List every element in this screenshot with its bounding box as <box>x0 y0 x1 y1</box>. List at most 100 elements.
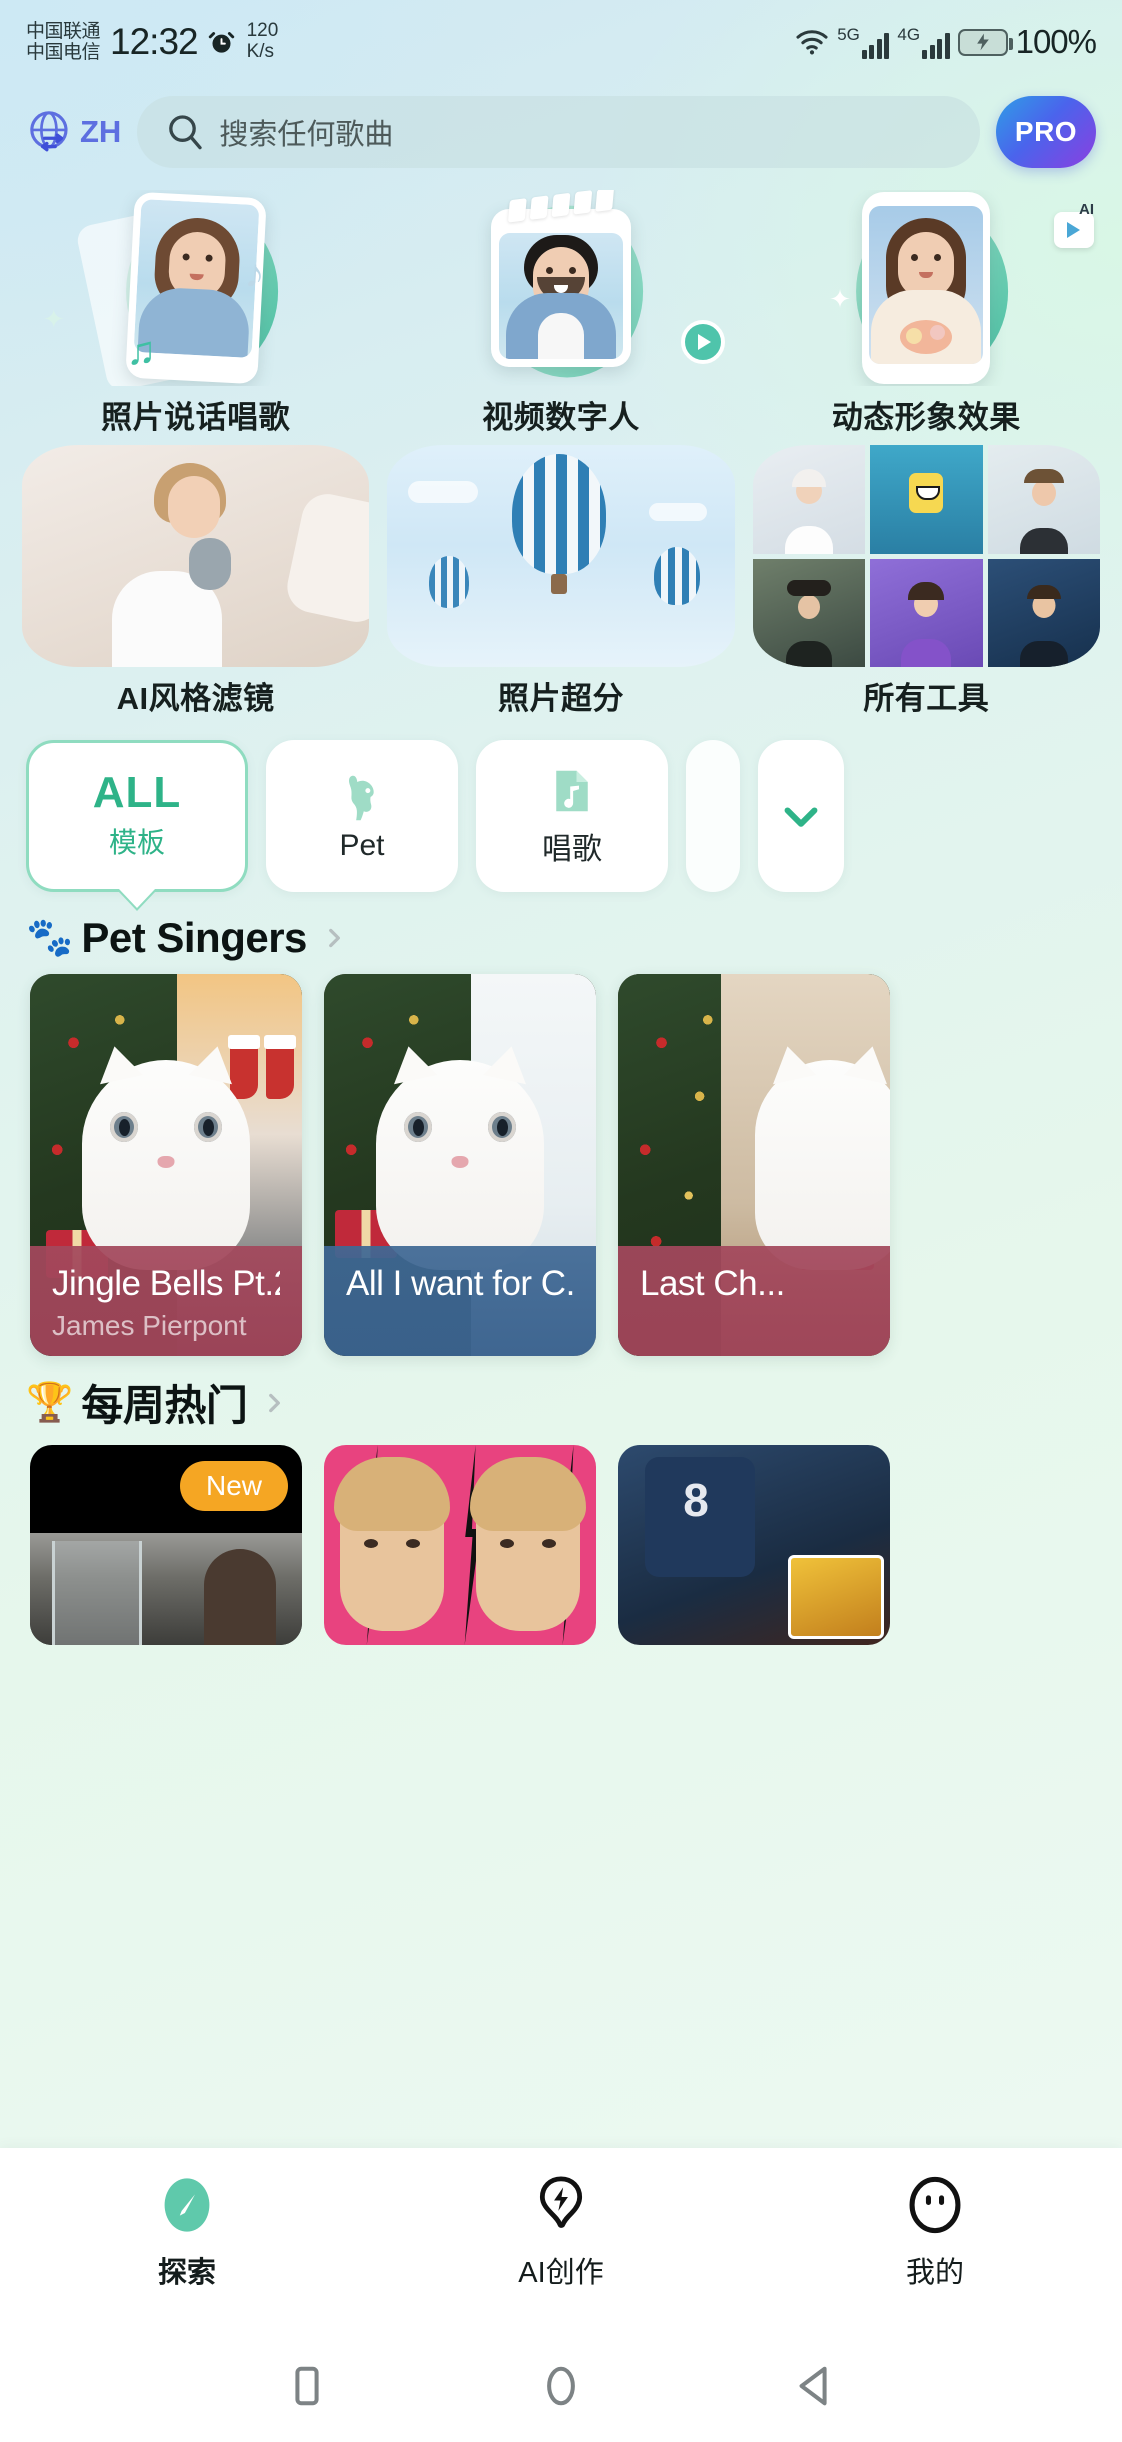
chip-all-subtitle: 模板 <box>108 827 165 858</box>
pet-singers-carousel[interactable]: Jingle Bells Pt.2 James Pierpont All I w… <box>0 974 1122 1356</box>
weekly-hot-carousel[interactable]: New 8 <box>0 1445 1122 1645</box>
chip-all-title: ALL <box>92 768 182 817</box>
trophy-icon: 🏆 <box>26 1381 74 1424</box>
chip-partial-next[interactable] <box>686 740 740 892</box>
clock-time: 12:32 <box>110 21 199 62</box>
feature-art-ai-portrait: AI ✦ <box>753 190 1100 386</box>
carrier-1: 中国联通 <box>26 20 101 42</box>
ai-video-badge-icon: AI <box>1053 201 1094 248</box>
cat-illustration <box>376 1041 544 1270</box>
feature-art-style-filter <box>22 445 370 667</box>
feature-grid: ♪ ♫ ✦ 照片说话唱歌 视频数字人 AI ✦ 动态形象效果 AI风格滤镜 照片… <box>0 180 1122 718</box>
tool-thumb <box>987 445 1100 554</box>
nav-item-mine[interactable]: 我的 <box>748 2173 1122 2291</box>
feature-row-1: ♪ ♫ ✦ 照片说话唱歌 视频数字人 AI ✦ 动态形象效果 <box>22 190 1100 437</box>
section-header-pet-singers[interactable]: 🐾 Pet Singers <box>0 898 1122 974</box>
back-triangle-icon[interactable] <box>792 2363 838 2409</box>
feature-art-photo-talk: ♪ ♫ ✦ <box>22 190 369 386</box>
language-switch-button[interactable]: ZH <box>26 107 121 157</box>
feature-label: 视频数字人 <box>482 400 640 435</box>
feature-label: 动态形象效果 <box>831 400 1021 435</box>
cat-illustration <box>755 1041 890 1270</box>
globe-translate-icon <box>30 111 68 152</box>
feature-ai-style-filter[interactable]: AI风格滤镜 <box>22 445 370 718</box>
chevron-right-icon <box>329 928 340 948</box>
battery-percent: 100% <box>1015 23 1097 60</box>
face-icon <box>909 2176 961 2234</box>
search-icon <box>169 115 202 150</box>
nav-label: AI创作 <box>518 2257 604 2289</box>
pet-song-card[interactable]: All I want for C... <box>324 974 596 1356</box>
home-circle-icon[interactable] <box>538 2363 584 2409</box>
song-artist: James Pierpont <box>52 1310 247 1341</box>
signal-bars-5g <box>861 33 890 59</box>
app-header: ZH 搜索任何歌曲 PRO <box>0 84 1122 180</box>
feature-label: 照片说话唱歌 <box>101 400 291 435</box>
play-button-icon <box>680 320 725 364</box>
sparkle-icon: ✦ <box>42 303 65 334</box>
category-chip-row: ALL 模板 Pet 唱歌 <box>0 718 1122 898</box>
chip-all-templates[interactable]: ALL 模板 <box>26 740 248 892</box>
card-overlay: Last Ch... <box>618 1246 890 1356</box>
feature-all-tools[interactable]: 所有工具 <box>752 445 1100 718</box>
nav-item-ai-create[interactable]: AI创作 <box>374 2173 748 2291</box>
feature-art-all-tools <box>752 445 1100 667</box>
video-frame-mockup <box>490 209 631 367</box>
tool-thumbnail-grid <box>752 445 1100 667</box>
alarm-clock-icon <box>208 31 234 53</box>
weekly-hot-card[interactable]: 8 <box>618 1445 890 1645</box>
music-note-icon: ♪ <box>243 251 266 297</box>
compass-icon <box>164 2178 210 2232</box>
pro-upgrade-button[interactable]: PRO <box>996 96 1096 168</box>
song-title: Last Ch... <box>640 1264 785 1303</box>
feature-label: 所有工具 <box>863 681 990 716</box>
portrait-art <box>869 206 984 364</box>
music-note-icon: ♫ <box>126 329 157 373</box>
chevron-down-icon <box>784 807 818 827</box>
network-speed: 120 K/s <box>247 21 279 62</box>
nav-label: 我的 <box>905 2257 964 2289</box>
tool-thumb <box>870 558 983 667</box>
feature-video-digital-human[interactable]: 视频数字人 <box>387 190 734 437</box>
feature-art-video-avatar <box>387 190 734 386</box>
recents-square-icon[interactable] <box>284 2363 330 2409</box>
feature-photo-talk-sing[interactable]: ♪ ♫ ✦ 照片说话唱歌 <box>22 190 369 437</box>
battery-charging-icon <box>957 28 1013 56</box>
section-header-weekly-hot[interactable]: 🏆 每周热门 <box>0 1356 1122 1445</box>
app-root: 中国联通 中国电信 12:32 120 K/s 5G 4G 100% ZH 搜索… <box>0 0 1122 2442</box>
section-title: Pet Singers <box>81 914 307 961</box>
carrier-names: 中国联通 中国电信 <box>26 20 101 64</box>
search-input[interactable]: 搜索任何歌曲 <box>219 111 393 153</box>
network-5g-label: 5G <box>837 25 860 44</box>
carrier-2: 中国电信 <box>26 42 101 63</box>
chevron-right-icon <box>269 1393 281 1412</box>
status-bar: 中国联通 中国电信 12:32 120 K/s 5G 4G 100% <box>0 0 1122 84</box>
nav-item-explore[interactable]: 探索 <box>0 2173 374 2291</box>
chip-sing[interactable]: 唱歌 <box>476 740 668 892</box>
status-bar-left: 中国联通 中国电信 12:32 120 K/s <box>26 21 278 64</box>
feature-photo-upscale[interactable]: 照片超分 <box>387 445 735 718</box>
tool-thumb <box>752 558 866 667</box>
portrait-art <box>498 233 623 359</box>
bottom-navigation: 探索 AI创作 我的 <box>0 2148 1122 2330</box>
weekly-hot-card[interactable] <box>324 1445 596 1645</box>
tool-thumb <box>870 445 983 554</box>
music-note-icon <box>556 770 588 812</box>
net-speed-value: 120 <box>246 20 279 42</box>
pet-song-card[interactable]: Last Ch... <box>618 974 890 1356</box>
search-bar[interactable]: 搜索任何歌曲 <box>137 96 980 168</box>
dog-icon <box>348 775 374 821</box>
language-code-label: ZH <box>80 114 122 149</box>
feature-row-2: AI风格滤镜 照片超分 所有工具 <box>22 445 1100 718</box>
network-4g-label: 4G <box>897 25 921 44</box>
feature-label: 照片超分 <box>497 681 624 716</box>
nav-label: 探索 <box>157 2257 216 2289</box>
chip-sing-label: 唱歌 <box>542 833 602 866</box>
pet-song-card[interactable]: Jingle Bells Pt.2 James Pierpont <box>30 974 302 1356</box>
chip-pet[interactable]: Pet <box>266 740 458 892</box>
girl-with-toy-art <box>22 445 370 667</box>
feature-dynamic-avatar-effect[interactable]: AI ✦ 动态形象效果 <box>753 190 1100 437</box>
chip-expand-categories[interactable] <box>758 740 844 892</box>
net-speed-unit: K/s <box>246 41 275 62</box>
weekly-hot-card[interactable]: New <box>30 1445 302 1645</box>
